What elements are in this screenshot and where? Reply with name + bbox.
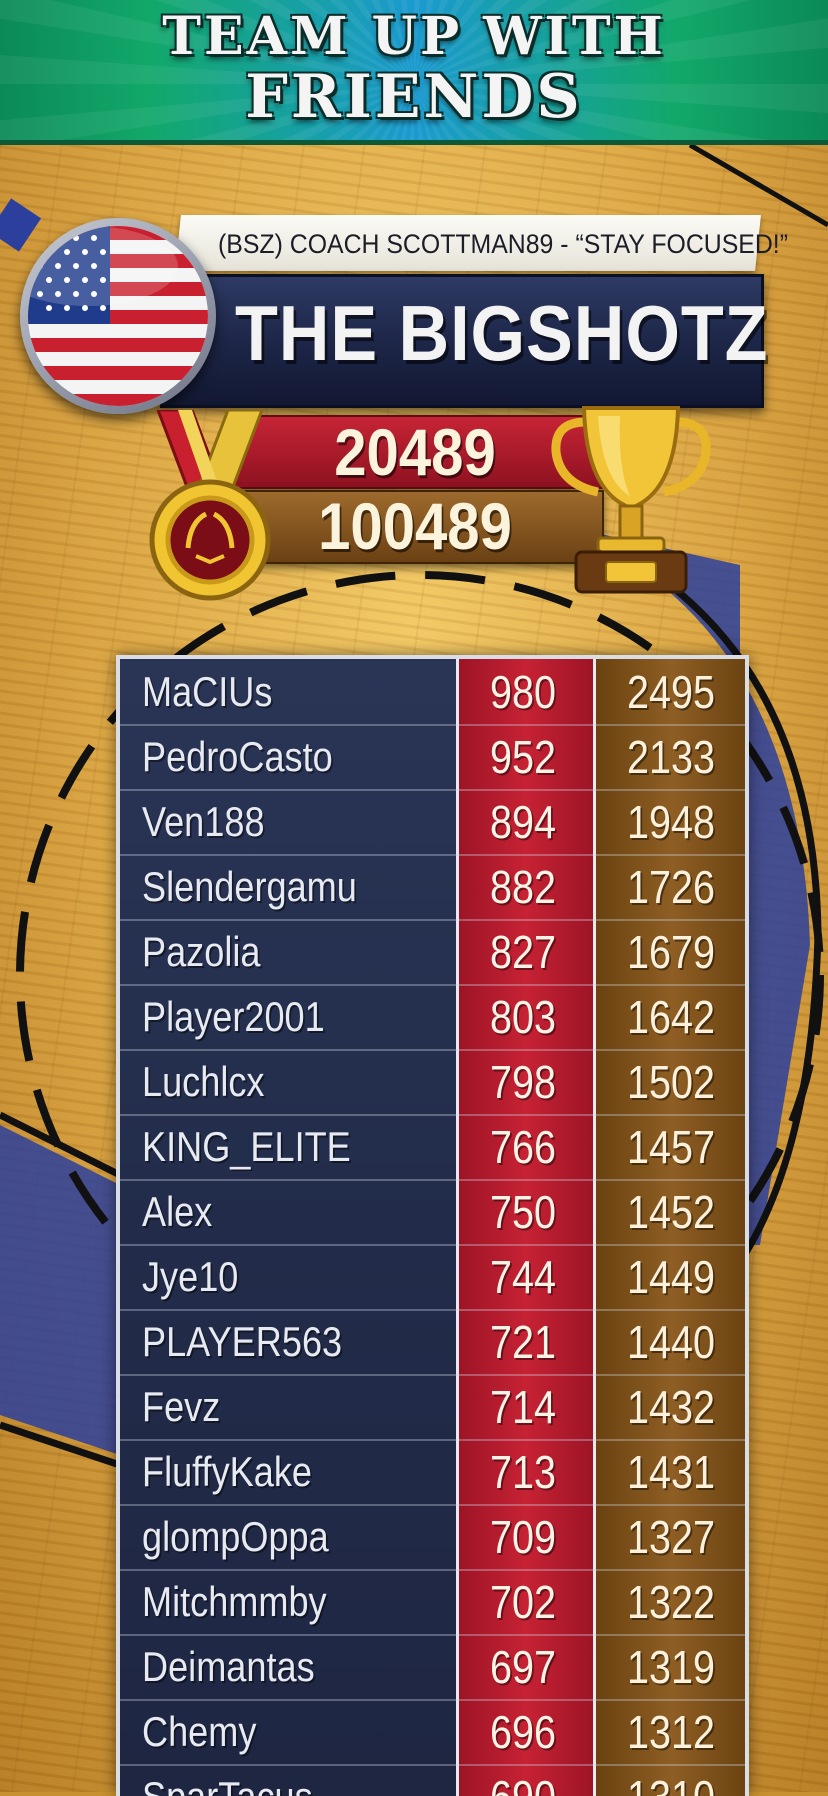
player-score-gold: 1452: [626, 1186, 716, 1238]
player-score-red: 798: [489, 1056, 557, 1108]
player-score-gold: 1431: [626, 1446, 716, 1498]
player-score-red: 721: [489, 1316, 557, 1368]
table-row[interactable]: FluffyKake 713 1431: [120, 1439, 745, 1506]
table-row[interactable]: KING_ELITE 766 1457: [120, 1114, 745, 1181]
player-score-red: 744: [489, 1251, 557, 1303]
usa-flag-icon: [20, 218, 216, 414]
player-score-gold: 1440: [626, 1316, 716, 1368]
table-row[interactable]: Player2001 803 1642: [120, 984, 745, 1051]
table-row[interactable]: PLAYER563 721 1440: [120, 1309, 745, 1376]
player-score-gold: 1327: [626, 1511, 716, 1563]
table-row[interactable]: Chemy 696 1312: [120, 1699, 745, 1766]
player-score-red: 690: [465, 1772, 580, 1796]
team-leaderboard: MaCIUs 980 2495 PedroCasto 952 2133 Ven188 894 1…: [116, 655, 749, 1796]
table-row[interactable]: Fevz 714 1432: [120, 1374, 745, 1441]
player-name: Alex: [142, 1188, 213, 1235]
table-row[interactable]: glompOppa 709 1327: [120, 1504, 745, 1571]
gold-medal-icon: [149, 410, 271, 601]
player-name: Player2001: [142, 993, 325, 1040]
table-row[interactable]: MaCIUs 980 2495: [120, 659, 745, 726]
trophy-icon: [551, 406, 711, 594]
player-score-gold: 1726: [626, 861, 716, 913]
player-score-red: 714: [489, 1381, 557, 1433]
team-score-secondary: 100489: [318, 489, 512, 563]
table-row[interactable]: Slendergamu 882 1726: [120, 854, 745, 921]
player-score-gold: 1432: [626, 1381, 716, 1433]
player-name: Slendergamu: [142, 863, 357, 910]
table-row[interactable]: Luchlcx 798 1502: [120, 1049, 745, 1116]
table-row[interactable]: Alex 750 1452: [120, 1179, 745, 1246]
player-name: SparTacus: [142, 1772, 400, 1796]
player-score-red: 709: [489, 1511, 557, 1563]
player-name: MaCIUs: [142, 668, 273, 715]
player-score-red: 952: [489, 731, 557, 783]
player-score-red: 882: [489, 861, 557, 913]
banner-title-line-1: TEAM UP WITH: [162, 6, 666, 67]
team-score-primary: 20489: [334, 415, 496, 489]
table-row[interactable]: Ven188 894 1948: [120, 789, 745, 856]
team-name: THE BIGSHOTZ: [235, 289, 769, 377]
player-name: glompOppa: [142, 1513, 329, 1560]
player-score-red: 702: [489, 1576, 557, 1628]
player-name: Chemy: [142, 1708, 257, 1755]
player-score-gold: 1457: [626, 1121, 716, 1173]
banner-title-line-2: FRIENDS: [245, 62, 583, 132]
player-score-red: 766: [489, 1121, 557, 1173]
table-row[interactable]: Pazolia 827 1679: [120, 919, 745, 986]
player-score-gold: 1449: [626, 1251, 716, 1303]
player-name: PLAYER563: [142, 1318, 343, 1365]
player-name: Mitchmmby: [142, 1578, 327, 1625]
table-row[interactable]: SparTacus 690 1310: [120, 1764, 745, 1796]
player-name: Deimantas: [142, 1643, 315, 1690]
title-banner: TEAM UP WITH FRIENDS: [0, 0, 828, 145]
player-score-red: 894: [489, 796, 557, 848]
player-score-gold: 1319: [626, 1641, 716, 1693]
player-score-gold: 1312: [626, 1706, 716, 1758]
player-name: FluffyKake: [142, 1448, 312, 1495]
player-score-red: 750: [489, 1186, 557, 1238]
player-name: PedroCasto: [142, 733, 333, 780]
table-row[interactable]: Mitchmmby 702 1322: [120, 1569, 745, 1636]
player-name: Pazolia: [142, 928, 261, 975]
player-score-red: 803: [489, 991, 557, 1043]
player-score-red: 697: [489, 1641, 557, 1693]
player-score-gold: 1310: [607, 1772, 736, 1796]
player-name: KING_ELITE: [142, 1123, 351, 1170]
player-score-red: 827: [489, 926, 557, 978]
table-row[interactable]: Jye10 744 1449: [120, 1244, 745, 1311]
player-name: Luchlcx: [142, 1058, 265, 1105]
player-name: Ven188: [142, 798, 265, 845]
table-row[interactable]: Deimantas 697 1319: [120, 1634, 745, 1701]
player-score-gold: 2495: [626, 666, 716, 718]
player-score-gold: 1642: [626, 991, 716, 1043]
player-name: Jye10: [142, 1253, 239, 1300]
player-name: Fevz: [142, 1383, 221, 1430]
team-motto: (BSZ) COACH SCOTTMAN89 - “STAY FOCUSED!”: [218, 229, 788, 259]
player-score-red: 980: [489, 666, 557, 718]
player-score-red: 696: [489, 1706, 557, 1758]
player-score-gold: 1679: [626, 926, 716, 978]
player-score-gold: 1948: [626, 796, 716, 848]
player-score-gold: 1322: [626, 1576, 716, 1628]
player-score-red: 713: [489, 1446, 557, 1498]
player-score-gold: 2133: [626, 731, 716, 783]
player-score-gold: 1502: [626, 1056, 716, 1108]
table-row[interactable]: PedroCasto 952 2133: [120, 724, 745, 791]
